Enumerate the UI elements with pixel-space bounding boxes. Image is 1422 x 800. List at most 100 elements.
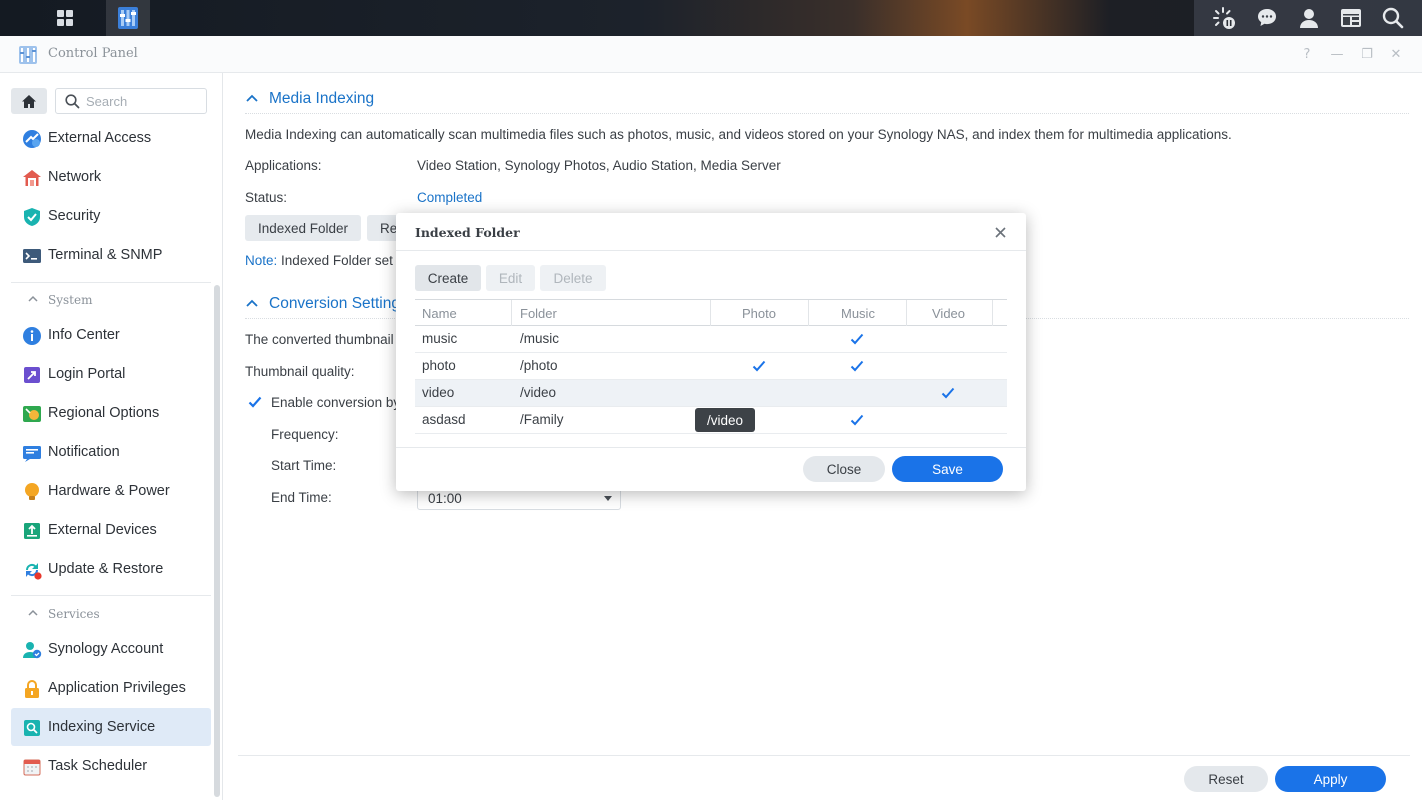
help-button[interactable]: ? xyxy=(1298,45,1316,63)
column-header-photo[interactable]: Photo xyxy=(742,306,776,321)
column-divider xyxy=(710,300,711,326)
row-folder: /music xyxy=(520,331,560,346)
dialog-cancel-button[interactable]: Close xyxy=(803,456,885,482)
indexing-icon xyxy=(24,720,40,736)
sidebar-item-security[interactable]: Security xyxy=(11,197,211,235)
edit-button[interactable]: Edit xyxy=(486,265,535,291)
table-row[interactable]: photo /photo xyxy=(415,353,1007,380)
dialog-divider xyxy=(396,447,1026,448)
sidebar-item-notification[interactable]: Notification xyxy=(11,433,211,471)
widgets-icon[interactable] xyxy=(1340,7,1362,29)
frequency-label: Frequency: xyxy=(271,427,339,442)
taskbar-control-panel-button[interactable] xyxy=(106,0,150,36)
column-header-name[interactable]: Name xyxy=(422,306,457,321)
column-divider xyxy=(511,300,512,326)
sidebar-item-external-access[interactable]: External Access xyxy=(11,119,211,157)
search-icon[interactable] xyxy=(1382,7,1404,29)
row-name: photo xyxy=(422,358,456,373)
sidebar-item-application-privileges[interactable]: Application Privileges xyxy=(11,669,211,707)
column-header-video[interactable]: Video xyxy=(932,306,965,321)
chevron-up-icon xyxy=(28,295,38,302)
media-indexing-title: Media Indexing xyxy=(269,90,375,107)
calendar-icon xyxy=(23,759,41,776)
applications-value: Video Station, Synology Photos, Audio St… xyxy=(417,158,781,173)
column-divider xyxy=(906,300,907,326)
enable-conversion-label: Enable conversion by xyxy=(271,395,401,410)
row-folder: /video xyxy=(520,385,557,400)
conversion-description: The converted thumbnail xyxy=(245,332,394,347)
indexed-folder-button[interactable]: Indexed Folder xyxy=(245,215,361,241)
conversion-settings-title: Conversion Setting xyxy=(269,295,400,312)
chat-icon[interactable] xyxy=(1256,7,1278,29)
sidebar-item-terminal-snmp[interactable]: Terminal & SNMP xyxy=(11,236,211,274)
sidebar-item-hardware-power[interactable]: Hardware & Power xyxy=(11,472,211,510)
chevron-up-icon xyxy=(28,609,38,616)
sidebar-item-update-restore[interactable]: Update & Restore xyxy=(11,550,211,588)
sidebar-item-regional-options[interactable]: Regional Options xyxy=(11,394,211,432)
sidebar-item-external-devices[interactable]: External Devices xyxy=(11,511,211,549)
create-button[interactable]: Create xyxy=(415,265,481,291)
dropdown-arrow-icon xyxy=(604,496,612,501)
status-spinner-icon[interactable] xyxy=(1212,6,1236,30)
column-divider xyxy=(992,300,993,326)
media-indexing-header[interactable]: Media Indexing xyxy=(245,87,374,111)
note-text: Indexed Folder set xyxy=(281,253,393,268)
home-button[interactable] xyxy=(11,88,47,114)
enable-conversion-checkbox[interactable] xyxy=(247,394,263,410)
info-icon xyxy=(23,327,41,345)
search-icon xyxy=(65,94,80,109)
column-header-folder[interactable]: Folder xyxy=(520,306,557,321)
table-row[interactable]: music /music xyxy=(415,326,1007,353)
shield-icon xyxy=(24,208,40,226)
delete-button[interactable]: Delete xyxy=(540,265,606,291)
column-divider xyxy=(808,300,809,326)
music-check-icon xyxy=(850,333,864,345)
conversion-settings-header[interactable]: Conversion Setting xyxy=(245,292,400,316)
main-menu-button[interactable] xyxy=(44,0,86,36)
account-icon xyxy=(23,642,42,659)
video-check-icon xyxy=(941,387,955,399)
search-input[interactable] xyxy=(86,93,196,109)
external-devices-icon xyxy=(24,523,40,539)
sidebar-item-task-scheduler[interactable]: Task Scheduler xyxy=(11,747,211,785)
sidebar-item-info-center[interactable]: Info Center xyxy=(11,316,211,354)
dialog-save-button[interactable]: Save xyxy=(892,456,1003,482)
external-access-icon xyxy=(23,130,41,148)
column-header-music[interactable]: Music xyxy=(841,306,875,321)
reset-button[interactable]: Reset xyxy=(1184,766,1268,792)
sidebar-item-synology-account[interactable]: Synology Account xyxy=(11,630,211,668)
sidebar-item-indexing-service[interactable]: Indexing Service xyxy=(11,708,211,746)
row-name: asdasd xyxy=(422,412,466,427)
sidebar-section-system[interactable]: System xyxy=(11,285,211,315)
end-time-value: 01:00 xyxy=(428,491,462,506)
close-window-button[interactable]: ✕ xyxy=(1387,45,1405,63)
dialog-divider xyxy=(396,250,1026,251)
start-time-label: Start Time: xyxy=(271,458,337,473)
note-line: Note: Indexed Folder set xyxy=(245,253,393,268)
restore-button[interactable]: ❐ xyxy=(1358,45,1376,63)
sidebar-scrollbar[interactable] xyxy=(214,285,220,797)
sidebar: External Access Network Security Termina… xyxy=(0,73,223,800)
table-row-selected[interactable]: video /video xyxy=(415,380,1007,407)
sidebar-search[interactable] xyxy=(55,88,207,114)
minimize-button[interactable]: — xyxy=(1328,45,1346,63)
user-icon[interactable] xyxy=(1298,7,1320,29)
status-value: Completed xyxy=(417,190,483,205)
sidebar-divider xyxy=(11,282,211,283)
window-title: Control Panel xyxy=(48,46,138,61)
indexed-folder-dialog: Indexed Folder Create Edit Delete Name F… xyxy=(396,213,1026,491)
music-check-icon xyxy=(850,414,864,426)
taskbar xyxy=(0,0,1422,36)
globe-icon xyxy=(23,406,41,422)
sidebar-item-login-portal[interactable]: Login Portal xyxy=(11,355,211,393)
sidebar-section-services[interactable]: Services xyxy=(11,599,211,629)
row-name: video xyxy=(422,385,455,400)
lightbulb-icon xyxy=(25,483,39,500)
sidebar-item-network[interactable]: Network xyxy=(11,158,211,196)
control-panel-icon xyxy=(118,7,138,29)
dialog-close-button[interactable] xyxy=(992,224,1008,240)
footer-divider xyxy=(238,755,1410,756)
apply-button[interactable]: Apply xyxy=(1275,766,1386,792)
terminal-icon xyxy=(23,249,41,263)
login-portal-icon xyxy=(24,367,40,383)
